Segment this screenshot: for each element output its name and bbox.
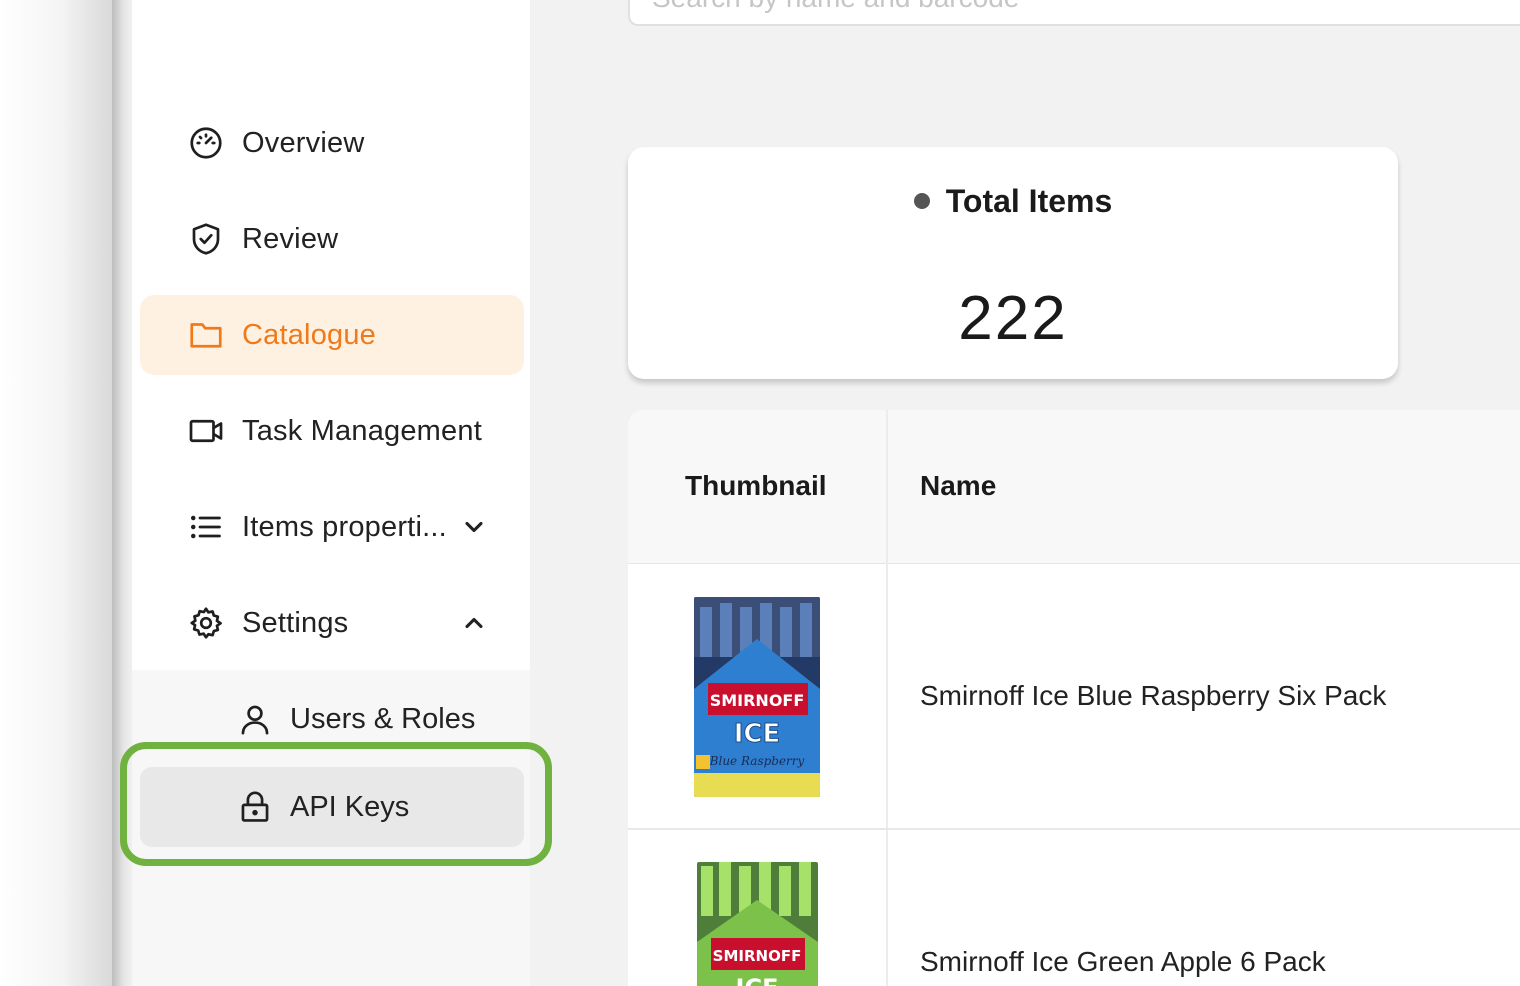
row-divider <box>628 828 1520 830</box>
thumb-brand: SMIRNOFF <box>713 947 802 965</box>
sidebar-item-users-roles[interactable]: Users & Roles <box>140 679 524 759</box>
thumb-product: ICE <box>736 974 779 986</box>
window-shadow <box>0 0 112 986</box>
video-camera-icon <box>188 413 224 449</box>
sidebar-item-label: Catalogue <box>242 318 377 351</box>
sidebar-item-api-keys[interactable]: API Keys <box>140 767 524 847</box>
total-items-card: Total Items 222 <box>628 147 1398 379</box>
column-header-name[interactable]: Name <box>920 470 996 502</box>
stat-value: 222 <box>958 284 1068 353</box>
sidebar-item-overview[interactable]: Overview <box>140 103 524 183</box>
product-thumbnail[interactable]: SMIRNOFF ICE <box>697 862 818 986</box>
thumb-product: ICE <box>734 719 781 749</box>
window-edge <box>112 0 132 986</box>
sidebar: Overview Review Catalogue Task Managemen… <box>132 0 530 986</box>
gauge-icon <box>188 125 224 161</box>
thumb-brand: SMIRNOFF <box>710 691 805 710</box>
sidebar-item-label: Overview <box>242 126 365 159</box>
gear-icon <box>188 605 224 641</box>
sidebar-item-label: Review <box>242 222 339 255</box>
folder-icon <box>188 317 224 353</box>
sidebar-item-settings[interactable]: Settings <box>140 583 524 663</box>
thumb-flavor: Blue Raspberry <box>709 754 805 768</box>
sidebar-item-label: Items properti... <box>242 510 447 543</box>
lock-icon <box>238 790 272 824</box>
product-name[interactable]: Smirnoff Ice Blue Raspberry Six Pack <box>920 680 1386 712</box>
catalogue-table: Thumbnail Name SMIRNOFF ICE Blue Raspber… <box>628 410 1520 986</box>
sidebar-item-review[interactable]: Review <box>140 199 524 279</box>
settings-submenu: Users & Roles API Keys <box>132 670 530 986</box>
product-thumbnail[interactable]: SMIRNOFF ICE Blue Raspberry <box>694 597 820 797</box>
column-divider <box>886 410 888 986</box>
chevron-up-icon[interactable] <box>460 609 488 637</box>
search-input[interactable] <box>628 0 1520 26</box>
sidebar-item-catalogue[interactable]: Catalogue <box>140 295 524 375</box>
sidebar-item-items-properties[interactable]: Items properti... <box>140 487 524 567</box>
column-header-thumbnail[interactable]: Thumbnail <box>685 470 827 502</box>
sidebar-item-label: API Keys <box>290 790 410 823</box>
stat-title: Total Items <box>628 183 1398 220</box>
list-icon <box>188 509 224 545</box>
sidebar-item-label: Users & Roles <box>290 702 476 735</box>
sidebar-item-label: Settings <box>242 606 349 639</box>
shield-check-icon <box>188 221 224 257</box>
user-icon <box>238 702 272 736</box>
bullet-dot-icon <box>913 192 930 209</box>
product-name[interactable]: Smirnoff Ice Green Apple 6 Pack <box>920 946 1326 978</box>
sidebar-item-task-management[interactable]: Task Management <box>140 391 524 471</box>
chevron-down-icon[interactable] <box>460 513 488 541</box>
sidebar-item-label: Task Management <box>242 414 482 447</box>
